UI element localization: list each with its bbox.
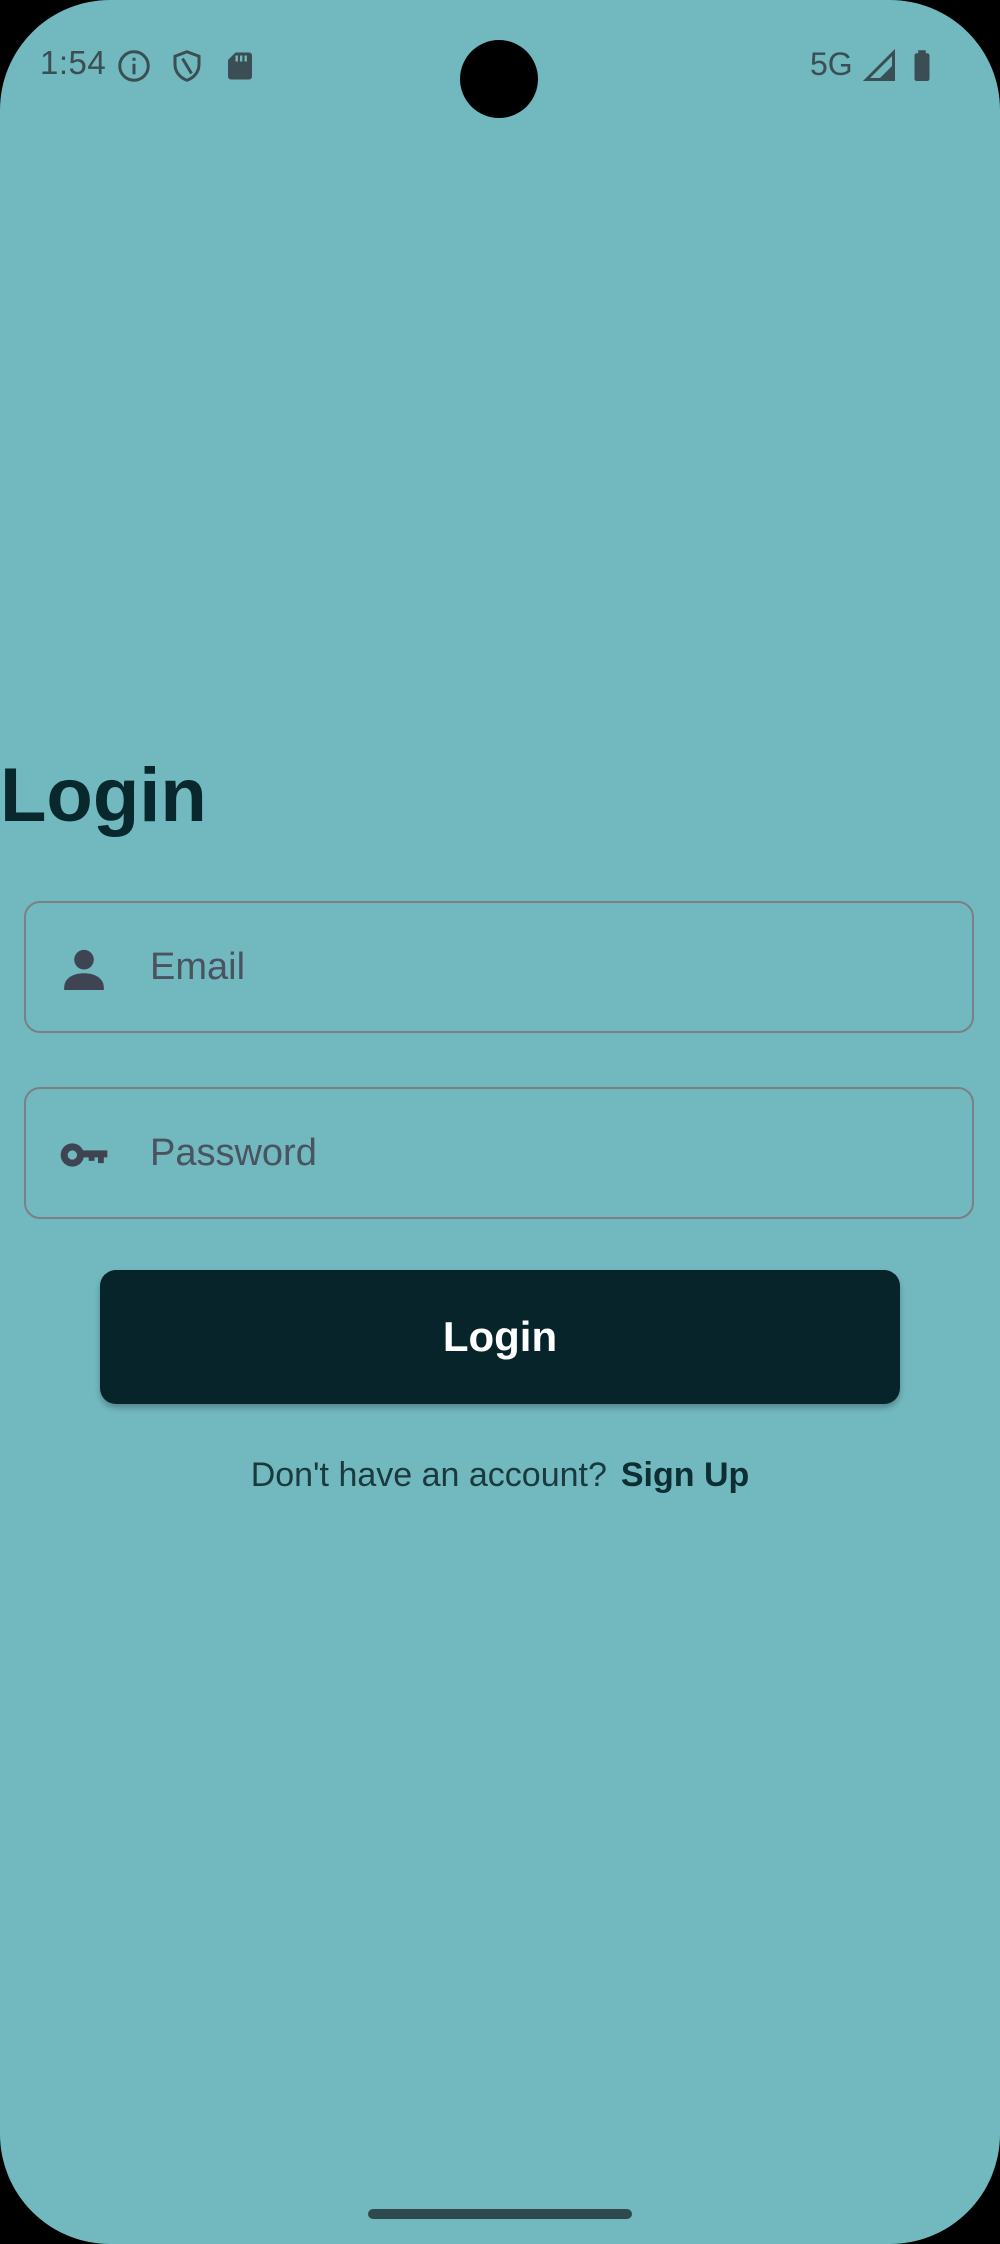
camera-cutout <box>460 40 538 118</box>
phone-screen: 1:54 5G Login Login Don' <box>0 0 1000 2244</box>
signup-row: Don't have an account? Sign Up <box>0 1456 1000 1495</box>
password-field[interactable] <box>24 1087 974 1219</box>
person-icon <box>56 941 112 997</box>
network-type: 5G <box>810 46 853 82</box>
status-time: 1:54 <box>40 44 107 81</box>
email-input[interactable] <box>150 903 950 1031</box>
signup-link[interactable]: Sign Up <box>621 1456 749 1494</box>
battery-icon <box>904 48 940 84</box>
password-input[interactable] <box>150 1089 950 1217</box>
key-icon <box>56 1127 112 1183</box>
status-bar: 1:54 5G <box>0 0 1000 130</box>
email-field[interactable] <box>24 901 974 1033</box>
signal-icon <box>862 48 898 84</box>
shield-icon <box>169 48 205 84</box>
page-title: Login <box>0 753 207 838</box>
home-indicator[interactable] <box>368 2209 632 2219</box>
signup-prompt: Don't have an account? <box>250 1456 607 1494</box>
login-button[interactable]: Login <box>100 1270 900 1404</box>
info-icon <box>116 48 152 84</box>
sd-card-icon <box>222 48 258 84</box>
